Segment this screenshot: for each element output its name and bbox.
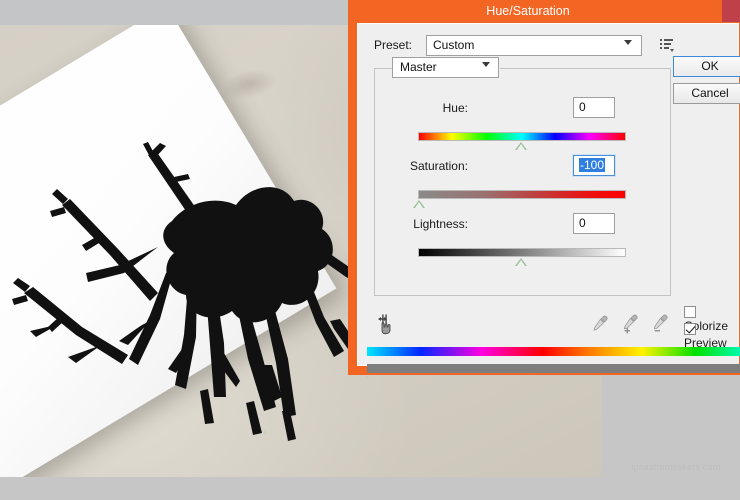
lightness-slider-track[interactable] <box>418 248 626 257</box>
hue-saturation-dialog: Hue/Saturation Preset: Custom OK Cancel <box>348 0 740 375</box>
lightness-slider-thumb[interactable] <box>515 258 527 266</box>
watermark-text: ipsastrumsakers com <box>631 462 721 472</box>
colorize-checkbox[interactable] <box>684 306 696 318</box>
preset-value: Custom <box>433 38 475 52</box>
dialog-title: Hue/Saturation <box>486 4 570 18</box>
close-icon[interactable] <box>722 0 740 22</box>
preset-dropdown[interactable]: Custom <box>426 35 642 56</box>
dialog-titlebar[interactable]: Hue/Saturation <box>357 0 740 23</box>
chevron-down-icon[interactable] <box>482 62 490 67</box>
eyedropper-icon[interactable] <box>590 314 610 334</box>
ok-button[interactable]: OK <box>673 56 740 77</box>
saturation-value-input[interactable]: -100 <box>572 154 616 177</box>
hue-spectrum-bar <box>367 347 740 356</box>
saturation-slider-track[interactable] <box>418 190 626 199</box>
preset-menu-icon[interactable] <box>660 37 676 53</box>
hue-value-input[interactable]: 0 <box>573 97 615 118</box>
saturation-value: -100 <box>579 158 606 172</box>
group-border-left <box>374 68 392 69</box>
preset-row: Preset: Custom <box>374 35 728 57</box>
channel-value: Master <box>400 60 437 74</box>
lightness-value-input[interactable]: 0 <box>573 213 615 234</box>
preview-checkbox[interactable] <box>684 323 696 335</box>
dialog-body: Preset: Custom OK Cancel Master Hue: 0 S… <box>357 23 740 373</box>
saturation-slider-thumb[interactable] <box>413 200 425 208</box>
eyedropper-plus-icon[interactable] <box>620 314 640 334</box>
hue-slider-thumb[interactable] <box>515 142 527 150</box>
preset-label: Preset: <box>374 38 413 52</box>
lightness-value: 0 <box>579 216 586 230</box>
lightness-label: Lightness: <box>413 217 468 231</box>
group-border-right <box>500 68 671 69</box>
cancel-button[interactable]: Cancel <box>673 83 740 104</box>
hue-label: Hue: <box>442 101 468 115</box>
hue-slider-track[interactable] <box>418 132 626 141</box>
eyedropper-minus-icon[interactable] <box>650 314 670 334</box>
range-adjust-bar[interactable] <box>367 364 740 373</box>
preview-checkbox-row[interactable]: Preview <box>684 322 738 350</box>
channel-dropdown[interactable]: Master <box>392 57 499 78</box>
hue-value: 0 <box>579 100 586 114</box>
chevron-down-icon[interactable] <box>624 40 632 45</box>
saturation-label: Saturation: <box>409 159 468 173</box>
on-image-adjustment-tool-icon[interactable] <box>376 313 398 335</box>
